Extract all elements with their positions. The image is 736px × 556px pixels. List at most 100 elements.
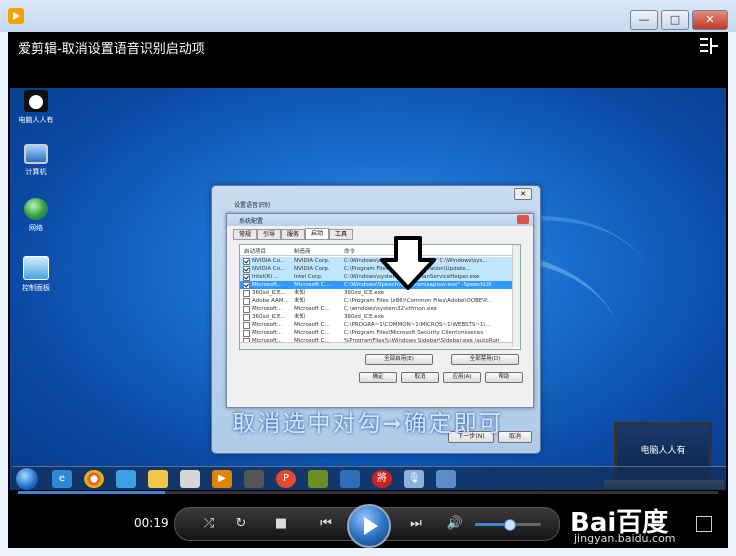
startup-row[interactable]: Microsoft... Microsoft C... C:\Program Fil… <box>240 329 512 337</box>
column-manufacturer[interactable]: 制造商 <box>294 247 311 255</box>
startup-row[interactable]: Adobe AAM... 未知 C:\Program Files (x86)\Com… <box>240 297 512 305</box>
baidu-url: jingyan.baidu.com <box>574 532 676 545</box>
app-window: — □ ✕ 爱剪辑-取消设置语音识别启动项 电脑人人有 计算机 网络 控制面板 … <box>0 0 736 556</box>
previous-icon[interactable]: ⏮ <box>311 514 341 534</box>
startup-row[interactable]: 360sd_ICE... 未知 360sd_ICE.exe <box>240 313 512 321</box>
panda-icon <box>24 90 48 112</box>
next-icon[interactable]: ⏭ <box>401 514 431 534</box>
tab-tools[interactable]: 工具 <box>329 229 353 240</box>
pdf-icon[interactable]: P <box>276 470 296 488</box>
chess-icon[interactable]: 將 <box>372 470 392 488</box>
startup-checkbox[interactable] <box>243 290 250 297</box>
maximize-button[interactable]: □ <box>661 10 689 30</box>
system-config-close-button[interactable] <box>517 215 529 224</box>
dialog-close-button[interactable]: ✕ <box>514 188 532 200</box>
fullscreen-icon[interactable] <box>696 516 712 532</box>
startup-row[interactable]: Microsoft... Microsoft C... C:\PROGRA~1\CO… <box>240 321 512 329</box>
startup-row[interactable]: Microsoft... Microsoft C... C:\windows\sys… <box>240 305 512 313</box>
exit-fullscreen-icon[interactable] <box>700 38 718 54</box>
startup-row[interactable]: NVIDIA Co...NVIDIA Corp.C:\Program Files… <box>240 265 512 273</box>
startup-cmd: C:\windows\system32\ctfmon.exe <box>344 306 437 312</box>
elapsed-time: 00:19 <box>134 516 169 530</box>
minimize-button[interactable]: — <box>630 10 658 30</box>
volume-knob[interactable] <box>504 519 516 531</box>
stop-icon[interactable]: ■ <box>271 514 291 534</box>
settings-icon[interactable] <box>340 470 360 488</box>
video-frame[interactable]: 电脑人人有 计算机 网络 控制面板 设置语音识别 ✕ 下一步(N) 取消 系统配… <box>10 88 726 490</box>
folder-icon[interactable] <box>148 470 168 488</box>
microphone-icon[interactable]: 🎙 <box>404 470 424 488</box>
startup-checkbox[interactable] <box>243 322 250 329</box>
video-icon[interactable] <box>244 470 264 488</box>
repeat-icon[interactable]: ↻ <box>231 514 251 534</box>
browser-icon[interactable] <box>116 470 136 488</box>
startup-checkbox[interactable] <box>243 314 250 321</box>
paint-icon[interactable] <box>308 470 328 488</box>
startup-maker: NVIDIA Corp. <box>294 258 330 264</box>
disable-all-button[interactable]: 全部禁用(D) <box>451 354 519 365</box>
system-config-title: 系统配置 <box>239 218 264 225</box>
column-startup-item[interactable]: 启动项目 <box>244 247 266 255</box>
startup-checkbox[interactable] <box>243 274 250 281</box>
media-player-icon[interactable]: ▶ <box>212 470 232 488</box>
startup-checkbox[interactable] <box>243 258 250 265</box>
startup-row[interactable]: 360sd_ICE... 未知 360sd_ICE.exe <box>240 289 512 297</box>
desktop-icon-label: 控制面板 <box>22 284 50 292</box>
startup-maker: Intel Corp. <box>294 274 323 280</box>
tab-services[interactable]: 服务 <box>281 229 305 240</box>
video-title: 爱剪辑-取消设置语音识别启动项 <box>18 42 205 57</box>
notes-icon[interactable] <box>180 470 200 488</box>
startup-maker: Microsoft C... <box>294 322 330 328</box>
startup-item: NVIDIA Co... <box>252 266 286 272</box>
help-button[interactable]: 帮助 <box>485 372 523 383</box>
startup-item: Microsoft... <box>252 330 283 336</box>
horizontal-scrollbar[interactable] <box>240 342 512 349</box>
column-command[interactable]: 命令 <box>344 247 355 255</box>
seek-bar[interactable] <box>18 491 718 494</box>
chrome-icon[interactable] <box>84 470 104 488</box>
startup-maker: Microsoft C... <box>294 330 330 336</box>
ie-icon[interactable]: e <box>52 470 72 488</box>
network-icon <box>24 198 48 220</box>
volume-icon[interactable]: 🔊 <box>445 514 465 534</box>
startup-checkbox[interactable] <box>243 330 250 337</box>
startup-row[interactable]: Intel(R) ...Intel Corp.C:\Windows\system… <box>240 273 512 281</box>
ok-button[interactable]: 确定 <box>359 372 397 383</box>
tab-startup[interactable]: 启动 <box>305 228 329 240</box>
control-bar: ⤮ ↻ ■ ⏮ ⏭ 🔊 <box>174 504 560 548</box>
startup-row[interactable]: NVIDIA Co...NVIDIA Corp.C:\Windows\syste… <box>240 257 512 265</box>
start-button[interactable] <box>16 468 38 490</box>
startup-cmd: C:\Program Files (x86)\Common Files\Adob… <box>344 298 492 304</box>
laptop-logo-text: 电脑人人有 <box>640 446 686 456</box>
taskbar: e ▶ P 將 🎙 <box>12 466 726 490</box>
desktop-icon-label: 网络 <box>29 224 43 232</box>
desktop-icon-label: 电脑人人有 <box>18 116 54 124</box>
startup-checkbox[interactable] <box>243 298 250 305</box>
tab-boot[interactable]: 引导 <box>257 229 281 240</box>
shuffle-icon[interactable]: ⤮ <box>199 514 219 534</box>
startup-checkbox[interactable] <box>243 266 250 273</box>
desktop-icon-computer: 计算机 <box>14 144 58 177</box>
startup-checkbox[interactable] <box>243 306 250 313</box>
apply-button[interactable]: 应用(A) <box>443 372 481 383</box>
startup-cmd: 360sd_ICE.exe <box>344 314 385 320</box>
startup-checkbox[interactable] <box>243 282 250 289</box>
enable-all-button[interactable]: 全部启用(E) <box>365 354 433 365</box>
system-config-titlebar: 系统配置 <box>227 214 533 226</box>
startup-maker: Microsoft C... <box>294 306 330 312</box>
desktop-icon-label: 计算机 <box>25 168 47 176</box>
close-button[interactable]: ✕ <box>692 10 728 30</box>
vertical-scrollbar[interactable] <box>512 245 520 347</box>
window-icon[interactable] <box>436 470 456 488</box>
startup-item: Adobe AAM... <box>252 298 289 304</box>
startup-item: 360sd_ICE... <box>252 314 286 320</box>
cancel-button[interactable]: 取消 <box>401 372 439 383</box>
volume-slider[interactable] <box>475 519 541 531</box>
tab-general[interactable]: 常规 <box>233 229 257 240</box>
app-icon <box>8 8 24 24</box>
play-button[interactable] <box>347 504 391 548</box>
startup-maker: Microsoft C... <box>294 282 330 288</box>
seek-bar-fill <box>18 491 165 494</box>
startup-row[interactable]: Microsoft... Microsoft C... C:\Windows\Spe… <box>240 281 512 289</box>
startup-item: Microsoft... <box>252 306 283 312</box>
